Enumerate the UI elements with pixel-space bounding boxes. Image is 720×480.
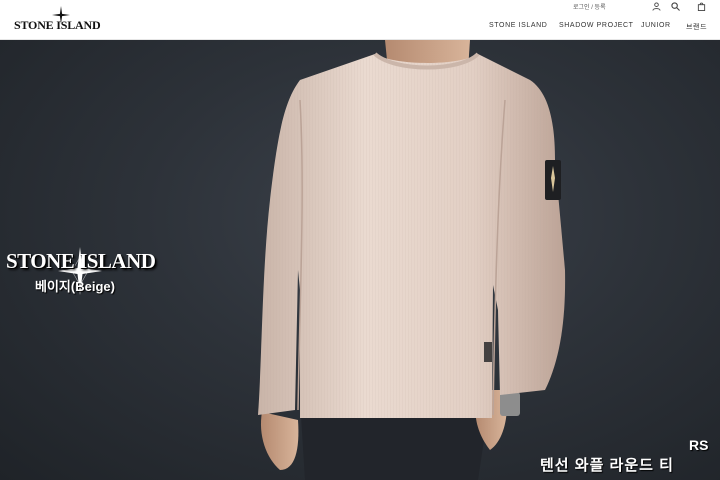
color-label: 베이지(Beige) bbox=[35, 279, 115, 294]
site-header: STONE ISLAND 로그인 / 등록 STONE ISLAND SHADO… bbox=[0, 0, 720, 40]
left-hand bbox=[260, 412, 299, 470]
shopping-bag-icon[interactable] bbox=[697, 2, 706, 11]
search-icon[interactable] bbox=[671, 2, 680, 11]
rs-label: RS bbox=[689, 437, 709, 453]
watch bbox=[500, 392, 520, 416]
user-icon[interactable] bbox=[652, 2, 661, 11]
brand-name: STONE ISLAND bbox=[6, 249, 156, 273]
nav-stone-island[interactable]: STONE ISLAND bbox=[489, 22, 547, 29]
site-logo[interactable]: STONE ISLAND bbox=[14, 6, 104, 34]
nav-shadow-project[interactable]: SHADOW PROJECT bbox=[559, 22, 634, 29]
hero-banner[interactable]: STONE ISLAND 베이지(Beige) RS 텐선 와플 라운드 티 bbox=[0, 40, 720, 480]
product-title: 텐선 와플 라운드 티 bbox=[540, 457, 674, 474]
login-register-link[interactable]: 로그인 / 등록 bbox=[573, 2, 606, 11]
logo-text: STONE ISLAND bbox=[14, 18, 101, 32]
nav-junior[interactable]: JUNIOR bbox=[641, 22, 671, 29]
nav-brand[interactable]: 브랜드 bbox=[686, 22, 707, 32]
